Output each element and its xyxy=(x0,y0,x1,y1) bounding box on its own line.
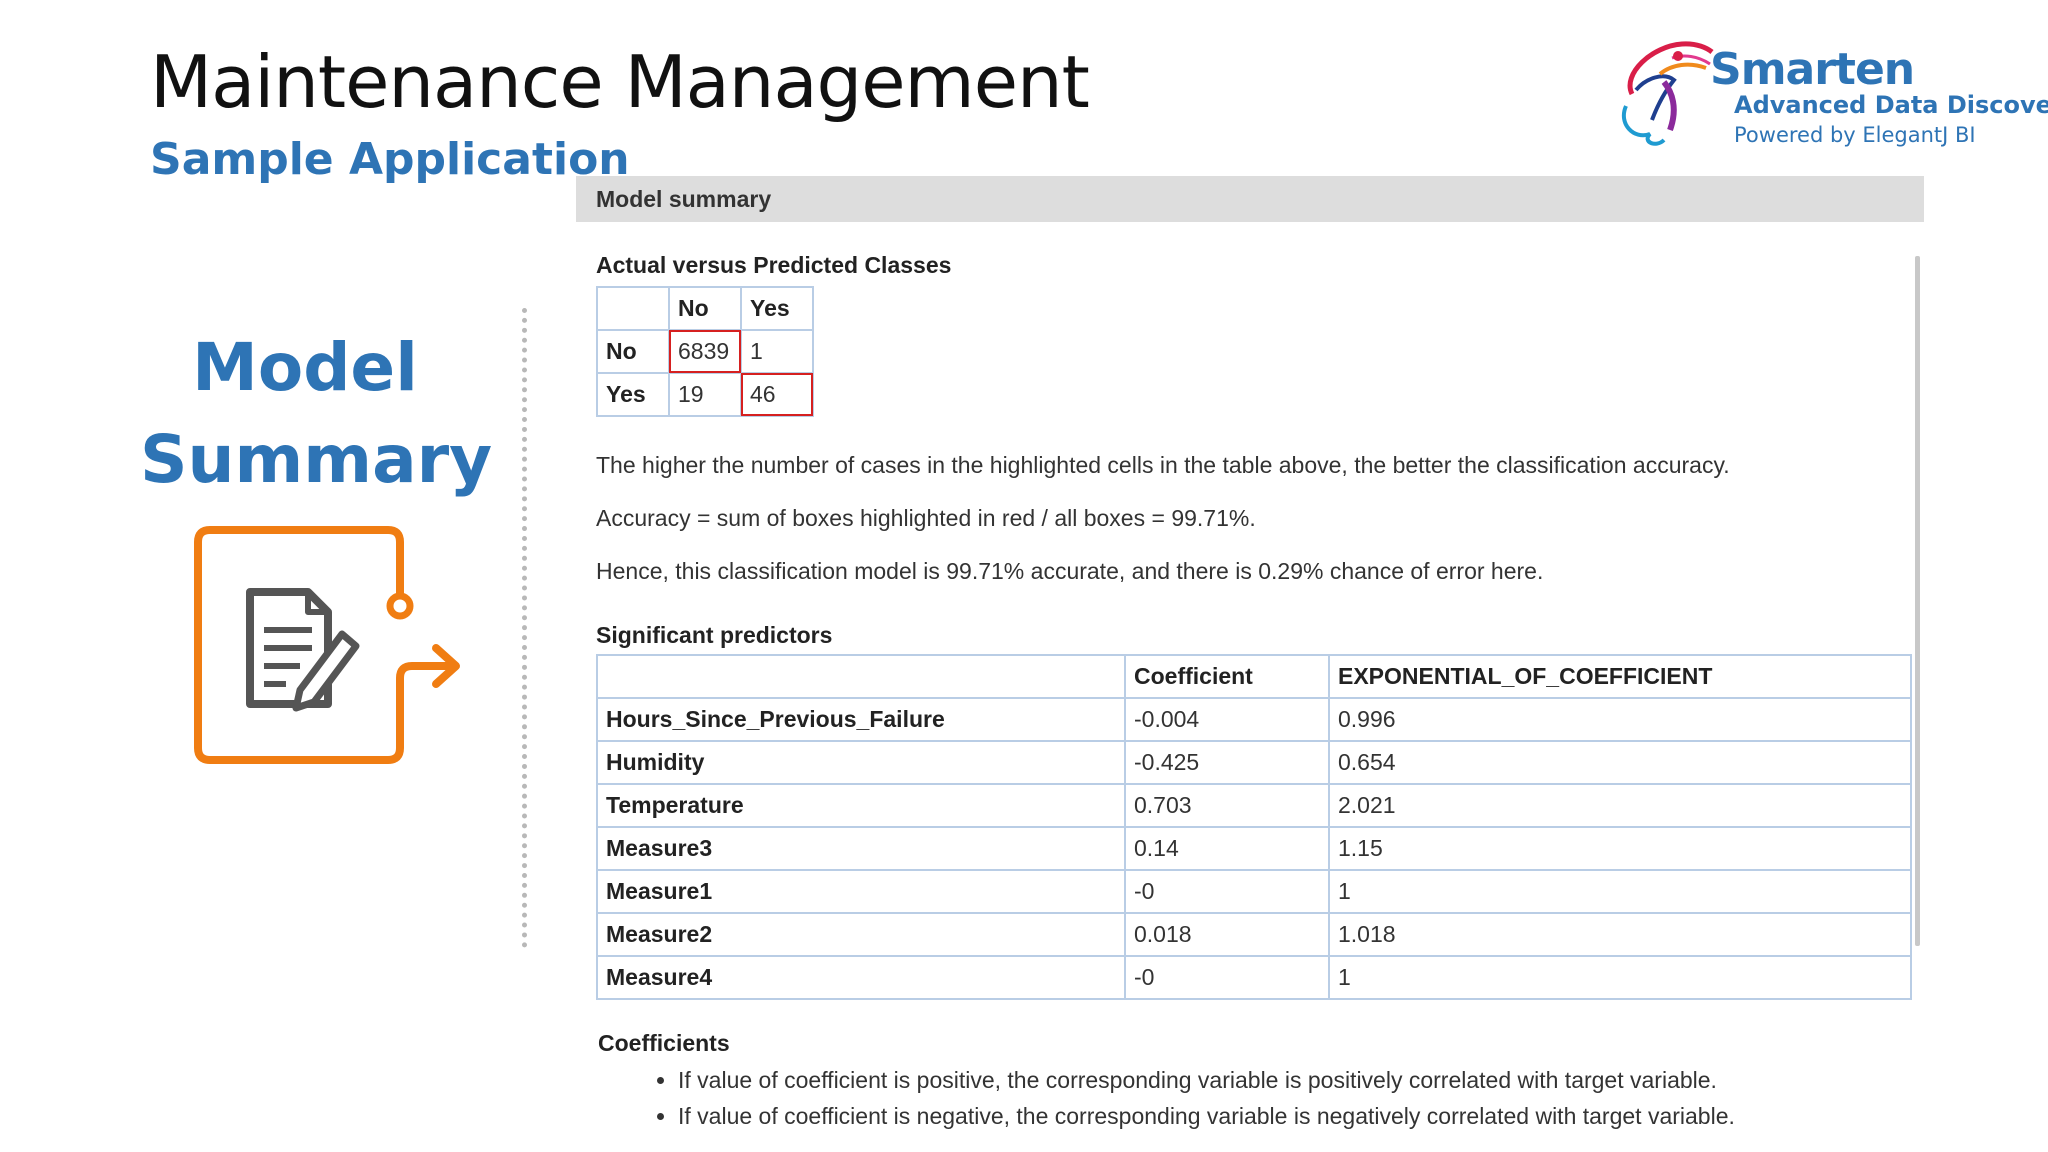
logo-tagline: Advanced Data Discovery xyxy=(1734,91,2048,119)
predictors-table: Coefficient EXPONENTIAL_OF_COEFFICIENT H… xyxy=(596,654,1912,1000)
exp-coefficient-value: 1.018 xyxy=(1328,912,1912,957)
exp-coefficient-value: 2.021 xyxy=(1328,783,1912,828)
column-header: Yes xyxy=(740,286,814,331)
section-heading-line: Summary xyxy=(140,421,493,498)
table-row: Coefficient EXPONENTIAL_OF_COEFFICIENT xyxy=(596,654,1912,699)
divider xyxy=(522,308,527,948)
smarten-logo: Smarten Advanced Data Discovery Powered … xyxy=(1612,28,2048,158)
explanation-text: Hence, this classification model is 99.7… xyxy=(596,558,1544,584)
predictor-name: Hours_Since_Previous_Failure xyxy=(596,697,1126,742)
predictor-name: Measure1 xyxy=(596,869,1126,914)
exp-coefficient-value: 0.654 xyxy=(1328,740,1912,785)
explanation-text: Accuracy = sum of boxes highlighted in r… xyxy=(596,505,1256,531)
predictor-name: Humidity xyxy=(596,740,1126,785)
section-heading-line: Model xyxy=(192,329,418,406)
table-row: Measure4 -0 1 xyxy=(596,955,1912,1000)
section-heading: Model Summary xyxy=(140,322,493,506)
table-row: Temperature 0.703 2.021 xyxy=(596,783,1912,828)
coefficient-value: 0.703 xyxy=(1124,783,1330,828)
document-edit-icon xyxy=(194,526,460,764)
highlighted-cell: 6839 xyxy=(668,329,742,374)
column-header: No xyxy=(668,286,742,331)
predictor-name: Temperature xyxy=(596,783,1126,828)
table-cell: 1 xyxy=(740,329,814,374)
column-header xyxy=(596,654,1126,699)
list-item: If value of coefficient is positive, the… xyxy=(678,1067,1928,1094)
coefficient-value: -0.004 xyxy=(1124,697,1330,742)
table-cell xyxy=(596,286,670,331)
column-header: EXPONENTIAL_OF_COEFFICIENT xyxy=(1328,654,1912,699)
slide-subtitle: Sample Application xyxy=(150,134,630,185)
table-row: No 6839 1 xyxy=(596,329,814,374)
logo-name: Smarten xyxy=(1710,44,1915,95)
coefficient-value: -0.425 xyxy=(1124,740,1330,785)
confusion-matrix: No Yes No 6839 1 Yes 19 46 xyxy=(596,286,814,417)
logo-powered-by: Powered by ElegantJ BI xyxy=(1734,123,1976,147)
panel-header: Model summary xyxy=(576,176,1924,222)
scrollbar[interactable] xyxy=(1915,256,1920,946)
row-header: No xyxy=(596,329,670,374)
predictors-title: Significant predictors xyxy=(596,622,833,648)
table-row: No Yes xyxy=(596,286,814,331)
highlighted-cell: 46 xyxy=(740,372,814,417)
coefficients-title: Coefficients xyxy=(598,1030,730,1056)
predictor-name: Measure2 xyxy=(596,912,1126,957)
table-row: Humidity -0.425 0.654 xyxy=(596,740,1912,785)
list-item: If value of coefficient is negative, the… xyxy=(678,1103,1928,1130)
exp-coefficient-value: 1 xyxy=(1328,955,1912,1000)
coefficient-value: -0 xyxy=(1124,955,1330,1000)
confusion-title: Actual versus Predicted Classes xyxy=(596,252,952,278)
row-header: Yes xyxy=(596,372,670,417)
slide-title: Maintenance Management xyxy=(150,40,1090,124)
table-row: Measure3 0.14 1.15 xyxy=(596,826,1912,871)
predictor-name: Measure3 xyxy=(596,826,1126,871)
model-summary-panel: Model summary Actual versus Predicted Cl… xyxy=(576,176,1924,1024)
coefficient-value: 0.14 xyxy=(1124,826,1330,871)
coefficient-value: -0 xyxy=(1124,869,1330,914)
column-header: Coefficient xyxy=(1124,654,1330,699)
table-row: Measure1 -0 1 xyxy=(596,869,1912,914)
coefficients-notes: Coefficients If value of coefficient is … xyxy=(598,1030,1928,1139)
table-cell: 19 xyxy=(668,372,742,417)
predictor-name: Measure4 xyxy=(596,955,1126,1000)
exp-coefficient-value: 0.996 xyxy=(1328,697,1912,742)
table-row: Hours_Since_Previous_Failure -0.004 0.99… xyxy=(596,697,1912,742)
coefficients-list: If value of coefficient is positive, the… xyxy=(598,1067,1928,1130)
table-row: Yes 19 46 xyxy=(596,372,814,417)
explanation-text: The higher the number of cases in the hi… xyxy=(596,452,1730,478)
exp-coefficient-value: 1 xyxy=(1328,869,1912,914)
table-row: Measure2 0.018 1.018 xyxy=(596,912,1912,957)
coefficient-value: 0.018 xyxy=(1124,912,1330,957)
exp-coefficient-value: 1.15 xyxy=(1328,826,1912,871)
